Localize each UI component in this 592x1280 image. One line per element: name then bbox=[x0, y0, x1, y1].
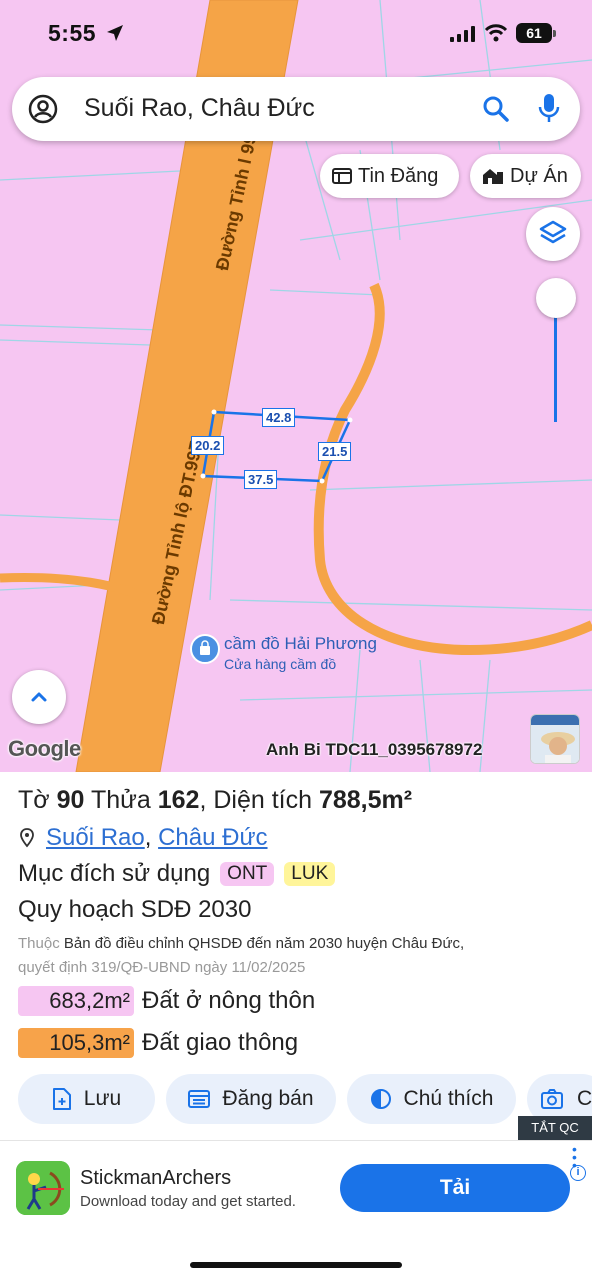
opacity-slider-knob[interactable] bbox=[536, 278, 576, 318]
camera-icon bbox=[541, 1089, 563, 1109]
wifi-icon bbox=[484, 24, 508, 42]
ad-app-icon bbox=[16, 1161, 70, 1215]
parcel-title: Tờ 90 Thửa 162, Diện tích 788,5m² bbox=[18, 786, 413, 814]
layers-button[interactable] bbox=[526, 207, 580, 261]
layers-icon bbox=[539, 220, 567, 244]
area-row-residential: 683,2m² Đất ở nông thôn bbox=[18, 986, 315, 1016]
search-bar[interactable]: Suối Rao, Châu Đức bbox=[12, 77, 580, 141]
poi-name[interactable]: cầm đồ Hải Phương bbox=[224, 634, 377, 654]
google-logo: Google bbox=[8, 736, 81, 761]
parcel-info-sheet: Tờ 90 Thửa 162, Diện tích 788,5m² Suối R… bbox=[0, 772, 592, 1140]
ad-info-icon[interactable]: i bbox=[570, 1165, 586, 1181]
ad-title: StickmanArchers bbox=[80, 1167, 232, 1189]
land-use-badge-luk: LUK bbox=[284, 862, 336, 886]
shopping-bag-icon bbox=[200, 640, 210, 655]
dimension-left: 20.2 bbox=[191, 436, 225, 455]
poi-category: Cửa hàng cầm đồ bbox=[224, 656, 337, 672]
status-time: 5:55 bbox=[48, 20, 97, 46]
chip-news-label: Tin Đăng bbox=[358, 164, 439, 187]
pin-icon bbox=[20, 828, 34, 848]
ad-install-button[interactable]: Tải bbox=[340, 1164, 570, 1212]
area-label: Đất giao thông bbox=[142, 1029, 299, 1056]
opacity-slider-track[interactable] bbox=[554, 300, 557, 422]
legend-button[interactable]: Chú thích bbox=[347, 1074, 516, 1124]
area-row-transport: 105,3m² Đất giao thông bbox=[18, 1028, 298, 1058]
avatar-image bbox=[531, 715, 579, 763]
dimension-bottom: 37.5 bbox=[244, 470, 278, 489]
district-link[interactable]: Châu Đức bbox=[158, 824, 267, 852]
plan-note: Thuộc Bản đồ điều chỉnh QHSDĐ đến năm 20… bbox=[18, 935, 465, 976]
post-sale-button[interactable]: Đăng bán bbox=[166, 1074, 336, 1124]
avatar[interactable] bbox=[530, 714, 580, 764]
plan-title: Quy hoạch SDĐ 2030 bbox=[18, 896, 252, 923]
area-value: 105,3m² bbox=[18, 1028, 134, 1058]
dimension-right: 21.5 bbox=[318, 442, 352, 461]
area-value: 683,2m² bbox=[18, 986, 134, 1016]
chip-projects-label: Dự Án bbox=[510, 164, 568, 187]
chevron-up-icon bbox=[31, 692, 47, 702]
signal-icon bbox=[450, 26, 475, 42]
status-bar: 5:55 61 bbox=[0, 0, 592, 66]
expand-button[interactable] bbox=[12, 670, 66, 724]
account-icon[interactable] bbox=[28, 94, 58, 124]
home-indicator[interactable] bbox=[190, 1262, 402, 1268]
location-arrow-icon bbox=[107, 25, 123, 41]
search-input[interactable]: Suối Rao, Châu Đức bbox=[84, 94, 315, 123]
newspaper-icon bbox=[332, 168, 352, 184]
land-use-badge-ont: ONT bbox=[220, 862, 275, 886]
action-bar: Lưu Đăng bán Chú thích C bbox=[18, 1074, 592, 1124]
search-icon[interactable] bbox=[482, 95, 510, 123]
land-use-purpose: Mục đích sử dụng ONT LUK bbox=[18, 860, 336, 888]
mic-icon[interactable] bbox=[536, 93, 562, 125]
battery-indicator: 61 bbox=[516, 23, 556, 43]
dimension-top: 42.8 bbox=[262, 408, 296, 427]
chip-news[interactable]: Tin Đăng bbox=[320, 154, 459, 198]
map-view[interactable]: Đường Tỉnh l 997 Đường Tỉnh lộ ĐT.997 42… bbox=[0, 0, 592, 772]
chip-projects[interactable]: Dự Án bbox=[470, 154, 581, 198]
watermark: Anh Bi TDC11_0395678972 bbox=[266, 740, 483, 759]
ward-link[interactable]: Suối Rao bbox=[46, 824, 145, 852]
archer-icon bbox=[16, 1161, 70, 1215]
hide-ads-button[interactable]: TẮT QC bbox=[518, 1116, 592, 1140]
parcel-address: Suối Rao, Châu Đức bbox=[18, 824, 268, 852]
poi-pin[interactable] bbox=[190, 634, 220, 664]
contrast-icon bbox=[370, 1089, 391, 1109]
ad-subtitle: Download today and get started. bbox=[80, 1193, 296, 1210]
building-icon bbox=[483, 169, 503, 184]
save-button[interactable]: Lưu bbox=[18, 1074, 155, 1124]
area-label: Đất ở nông thôn bbox=[142, 987, 316, 1014]
ad-banner[interactable]: StickmanArchers Download today and get s… bbox=[0, 1140, 592, 1232]
add-file-icon bbox=[52, 1088, 71, 1110]
calendar-list-icon bbox=[188, 1090, 211, 1108]
